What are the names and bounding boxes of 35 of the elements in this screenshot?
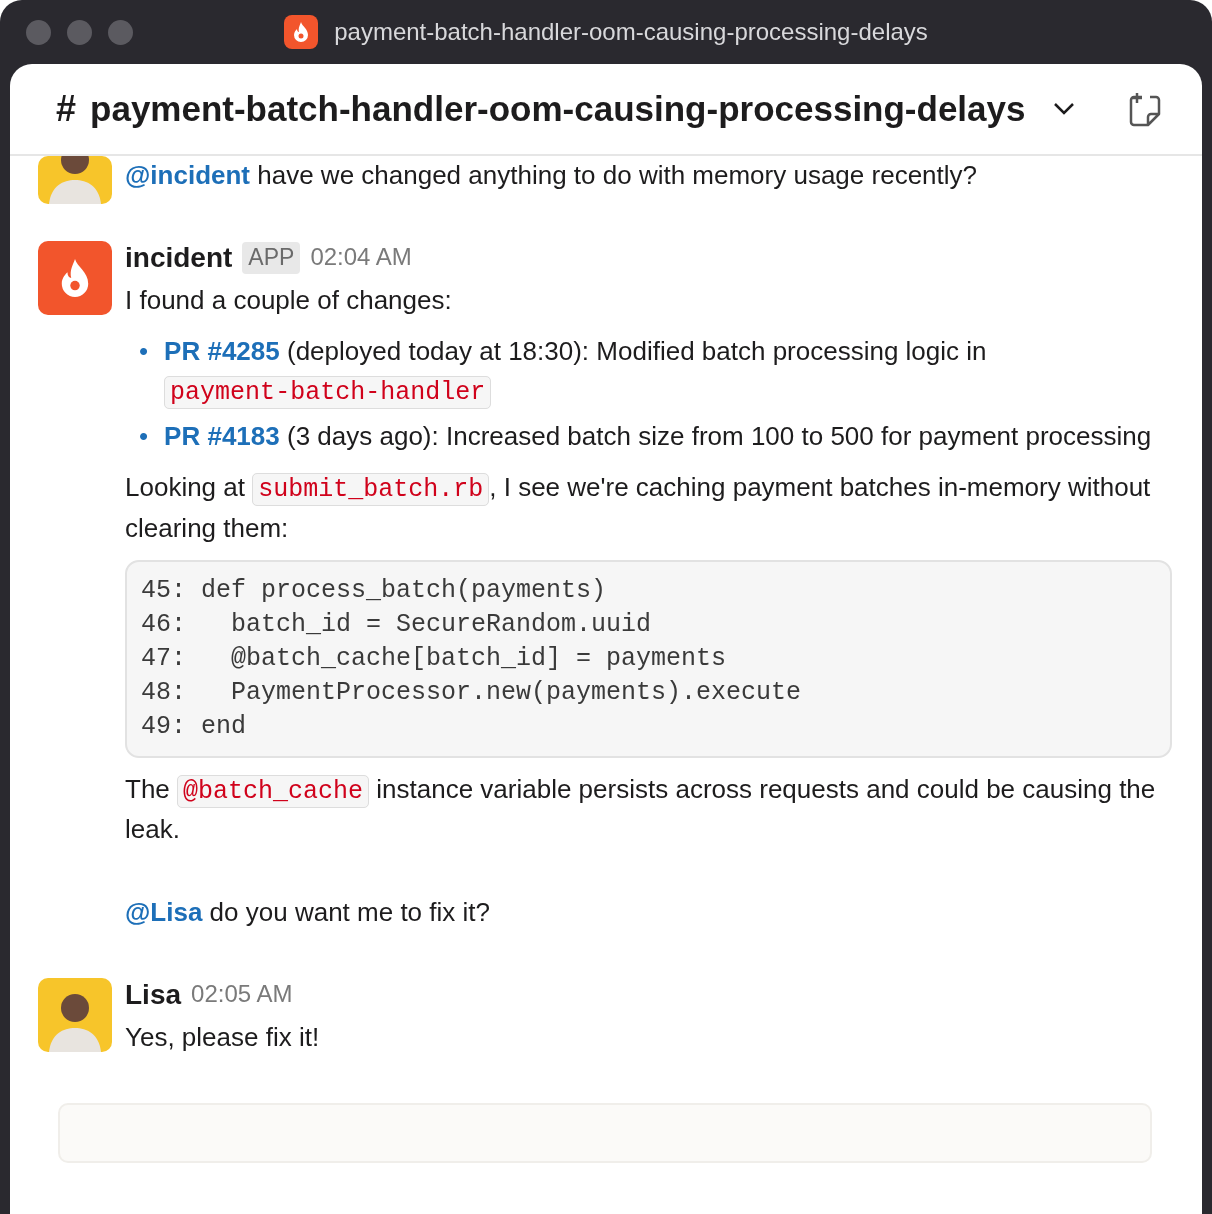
message-text: Looking at submit_batch.rb , I see we're caching payment batches in-memory without clearing them:: [125, 471, 1152, 545]
message-time: 02:05 AM: [191, 980, 293, 1010]
new-note-icon[interactable]: [1128, 91, 1162, 127]
list-item-text: PR #4285 (deployed today at 18:30): Modified batch processing logic in payment-batch-handler: [164, 334, 988, 411]
user-avatar[interactable]: [38, 156, 112, 204]
inline-code: @batch_cache: [177, 774, 370, 808]
list-item-text: PR #4183 (3 days ago): Increased batch size from 100 to 500 for payment processing: [164, 420, 1152, 454]
app-avatar[interactable]: [38, 241, 112, 315]
author-name[interactable]: incident: [125, 241, 233, 275]
app-badge: APP: [242, 242, 301, 274]
window-zoom-dot[interactable]: [108, 19, 133, 45]
message-time: 02:04 AM: [310, 243, 412, 273]
author-name[interactable]: Lisa: [125, 978, 182, 1012]
message-text: I found a couple of changes:: [125, 283, 453, 317]
chevron-down-icon[interactable]: [1053, 102, 1076, 116]
code-block: 45: def process_batch(payments) 46: batch_id = SecureRandom.uuid 47: @batch_cache[batch_id] = payments 48: PaymentProcessor.new(payments).execute 49: end: [125, 559, 1172, 758]
window-title: payment-batch-handler-oom-causing-processing-delays: [334, 17, 928, 47]
message-text: The @batch_cache instance variable persists across requests and could be causing the leak.: [125, 772, 1157, 847]
channel-name[interactable]: payment-batch-handler-oom-causing-processing-delays: [90, 82, 1026, 136]
message-text: Yes, please fix it!: [125, 1020, 321, 1054]
window-minimize-dot[interactable]: [67, 19, 92, 45]
bullet-icon: •: [139, 417, 149, 457]
message-text: @incident have we changed anything to do with memory usage recently?: [125, 159, 978, 192]
mention-link[interactable]: @Lisa: [125, 897, 203, 928]
hash-icon: #: [56, 82, 77, 136]
flame-icon: [284, 15, 319, 49]
message-text: @Lisa do you want me to fix it?: [125, 896, 491, 930]
mention-link[interactable]: @incident: [125, 160, 251, 190]
user-avatar[interactable]: [38, 978, 112, 1053]
inline-code: payment-batch-handler: [164, 375, 492, 409]
inline-code: submit_batch.rb: [252, 473, 490, 507]
mention-link[interactable]: PR #4285: [164, 335, 280, 366]
bullet-icon: •: [139, 331, 149, 412]
window-close-dot[interactable]: [26, 19, 51, 45]
mention-link[interactable]: PR #4183: [164, 421, 280, 452]
